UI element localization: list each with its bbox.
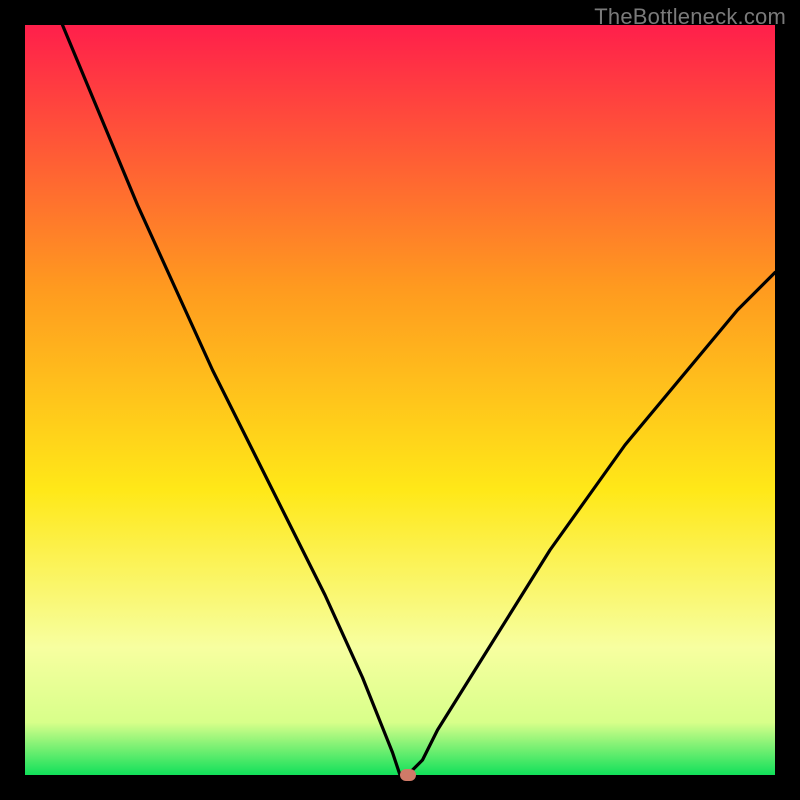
bottleneck-chart bbox=[25, 25, 775, 775]
watermark-text: TheBottleneck.com bbox=[594, 4, 786, 30]
optimal-point-marker bbox=[400, 769, 416, 781]
chart-container: TheBottleneck.com bbox=[0, 0, 800, 800]
